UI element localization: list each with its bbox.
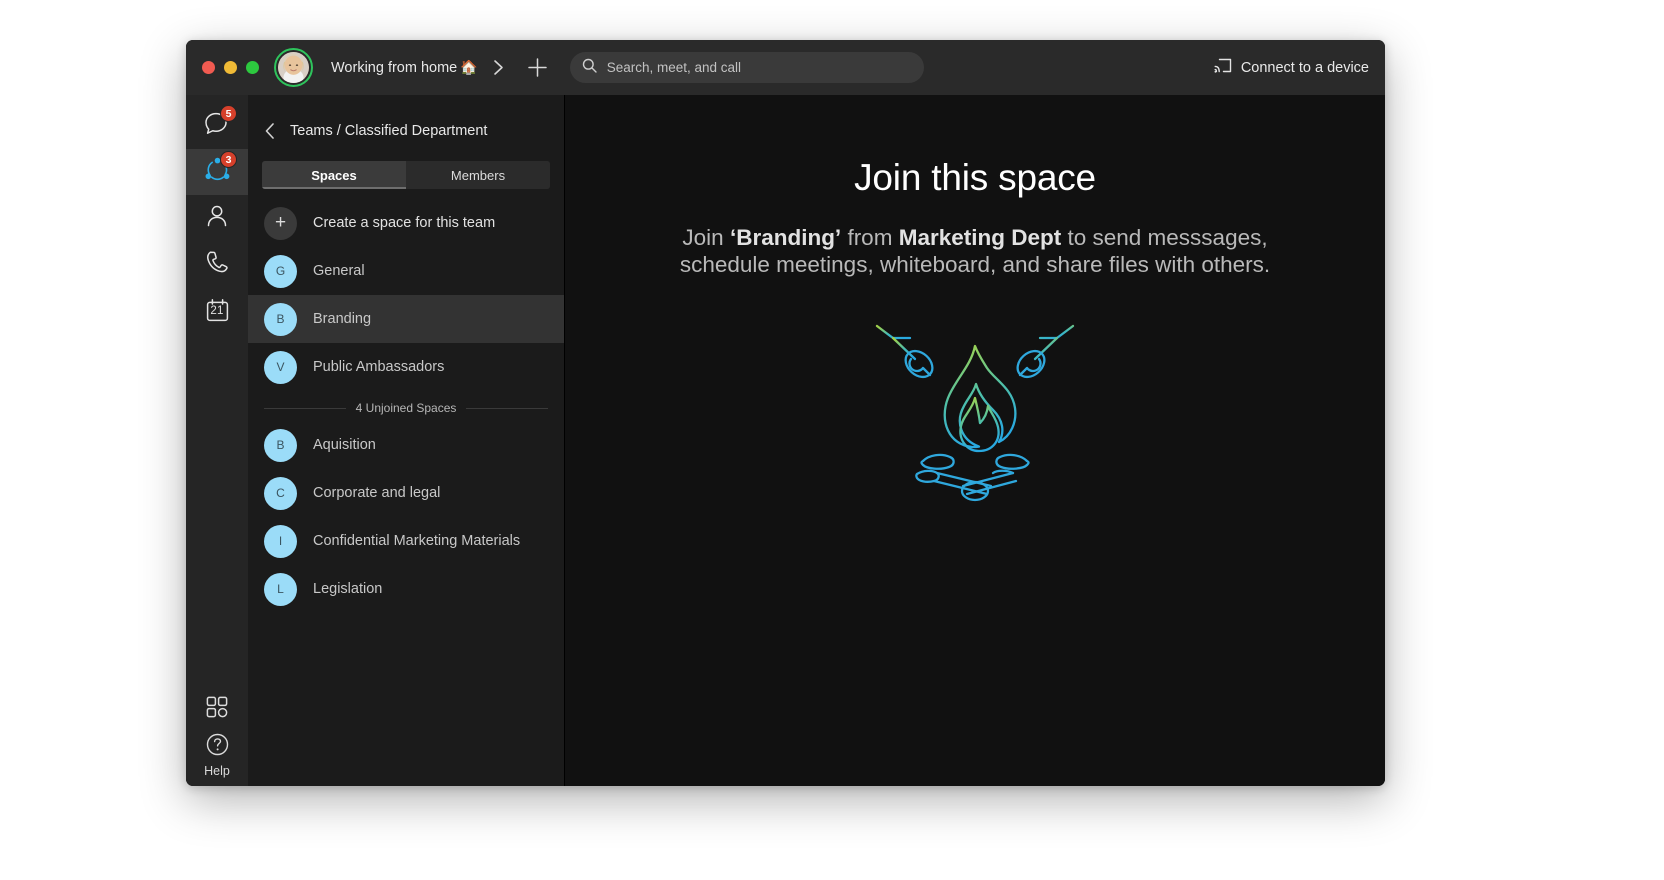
list-item[interactable]: I Confidential Marketing Materials	[248, 517, 564, 565]
rail-item-apps[interactable]	[186, 687, 248, 731]
avatar-photo	[278, 52, 309, 83]
subtitle-part-2: from	[841, 225, 899, 250]
rail-item-help[interactable]	[186, 731, 248, 763]
status-text[interactable]: Working from home 🏠	[331, 59, 478, 76]
plus-icon: +	[264, 206, 297, 240]
question-circle-icon	[206, 733, 229, 761]
subtitle-space-name: ‘Branding’	[729, 225, 842, 250]
search-input[interactable]	[606, 60, 912, 75]
teams-badge: 3	[220, 151, 237, 168]
list-item[interactable]: B Branding	[248, 295, 564, 343]
space-label: Aquisition	[313, 437, 376, 453]
unjoined-count-label: 4 Unjoined Spaces	[355, 401, 457, 415]
app-window: Working from home 🏠 Search, meet, and ca…	[186, 40, 1385, 786]
space-avatar: L	[264, 572, 297, 606]
rail-bottom-group: Help	[186, 687, 248, 786]
chevron-left-icon[interactable]	[260, 118, 280, 144]
avatar-illustration	[278, 52, 309, 83]
space-avatar: B	[264, 302, 297, 336]
tab-spaces[interactable]: Spaces	[262, 161, 406, 189]
search-icon	[582, 58, 597, 78]
app-body: 5 3 21 Help Teams / Classified Departmen…	[186, 95, 1385, 786]
screenshot-root: Working from home 🏠 Search, meet, and ca…	[0, 0, 1664, 880]
divider-line-left	[264, 407, 346, 409]
connect-to-device-button[interactable]: Connect to a device	[1214, 58, 1369, 78]
help-label: Help	[204, 764, 230, 778]
close-button[interactable]	[202, 61, 215, 74]
spaces-sidebar: Teams / Classified Department Spaces Mem…	[248, 95, 565, 786]
maximize-button[interactable]	[246, 61, 259, 74]
space-label: Public Ambassadors	[313, 359, 445, 375]
space-avatar: C	[264, 476, 297, 510]
minimize-button[interactable]	[224, 61, 237, 74]
divider-line-right	[466, 407, 549, 409]
search-bar[interactable]	[569, 52, 924, 83]
connect-to-device-label: Connect to a device	[1240, 59, 1369, 76]
rail-item-calling[interactable]	[186, 241, 248, 287]
space-label: General	[313, 263, 365, 279]
phone-icon	[204, 249, 230, 280]
person-icon	[204, 203, 230, 234]
subtitle-team-name: Marketing Dept	[898, 225, 1062, 250]
unjoined-divider: 4 Unjoined Spaces	[264, 401, 549, 415]
avatar[interactable]	[274, 48, 313, 87]
home-emoji-icon: 🏠	[460, 59, 478, 75]
campfire-marshmallows-illustration	[875, 318, 1075, 513]
rail-item-contacts[interactable]	[186, 195, 248, 241]
calendar-day-number: 21	[210, 305, 224, 318]
status-label: Working from home	[331, 60, 458, 76]
rail-item-meetings[interactable]: 21	[186, 287, 248, 333]
space-avatar: V	[264, 350, 297, 384]
new-item-plus-icon[interactable]	[527, 57, 548, 78]
cast-screen-icon	[1214, 58, 1232, 78]
messaging-badge: 5	[220, 105, 237, 122]
space-label: Legislation	[313, 581, 383, 597]
apps-grid-icon	[206, 696, 228, 723]
sidebar-header: Teams / Classified Department	[248, 109, 564, 153]
rail-item-teams[interactable]: 3	[186, 149, 248, 195]
list-item[interactable]: V Public Ambassadors	[248, 343, 564, 391]
chevron-right-icon[interactable]	[492, 59, 505, 76]
space-avatar: B	[264, 428, 297, 462]
navigation-rail: 5 3 21 Help	[186, 95, 248, 786]
list-item[interactable]: L Legislation	[248, 565, 564, 613]
space-label: Branding	[313, 311, 372, 327]
space-label: Confidential Marketing Materials	[313, 533, 521, 549]
list-item[interactable]: C Corporate and legal	[248, 469, 564, 517]
tab-members[interactable]: Members	[406, 161, 550, 189]
title-bar: Working from home 🏠 Search, meet, and ca…	[186, 40, 1385, 95]
space-avatar: I	[264, 524, 297, 558]
subtitle-part-1: Join	[682, 225, 730, 250]
list-item[interactable]: G General	[248, 247, 564, 295]
rail-item-messaging[interactable]: 5	[186, 103, 248, 149]
main-panel: Join this space Join ‘Branding’ from Mar…	[565, 95, 1385, 786]
calendar-icon: 21	[205, 298, 230, 323]
create-space-button[interactable]: + Create a space for this team	[248, 199, 564, 247]
list-item[interactable]: B Aquisition	[248, 421, 564, 469]
create-space-label: Create a space for this team	[313, 215, 496, 231]
space-avatar: G	[264, 254, 297, 288]
breadcrumb: Teams / Classified Department	[290, 123, 488, 139]
window-controls	[186, 61, 259, 74]
page-title: Join this space	[854, 157, 1096, 198]
sidebar-tabs: Spaces Members	[262, 161, 550, 189]
spaces-list: + Create a space for this team G General…	[248, 189, 564, 786]
page-subtitle: Join ‘Branding’ from Marketing Dept to s…	[645, 225, 1305, 278]
space-label: Corporate and legal	[313, 485, 441, 501]
